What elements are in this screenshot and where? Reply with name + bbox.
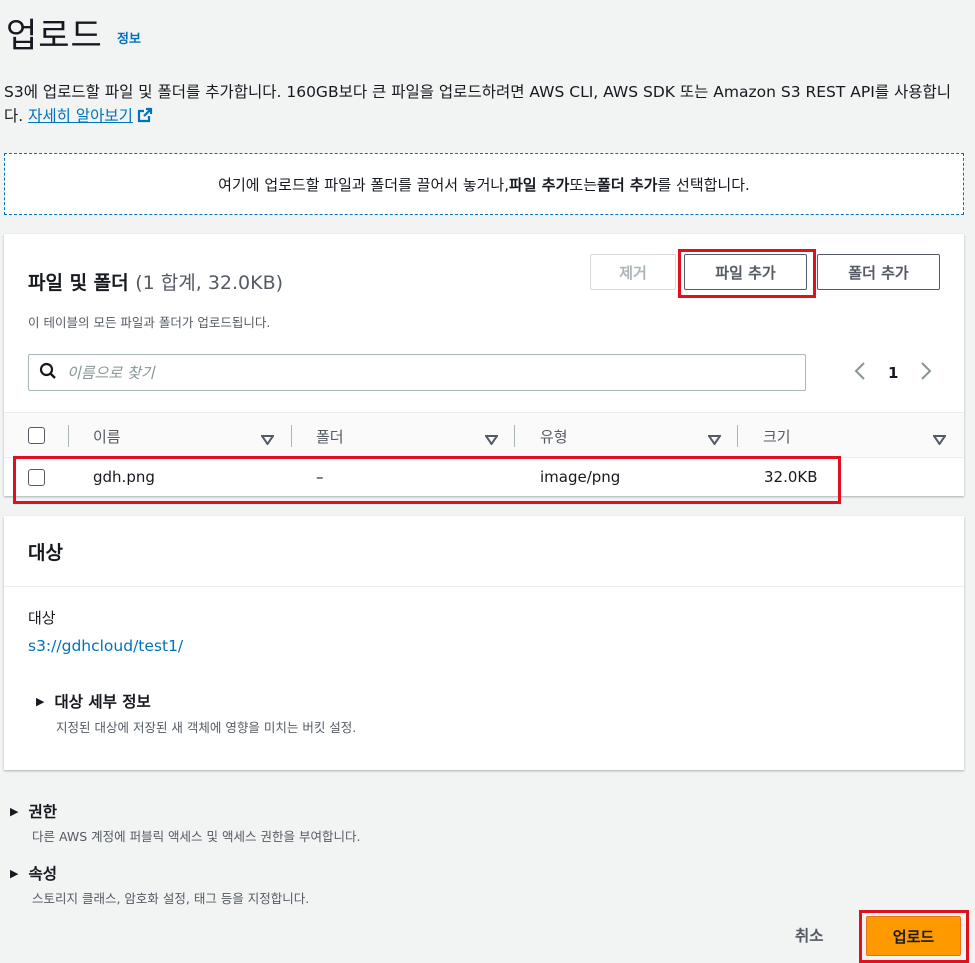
properties-toggle[interactable]: ▶ 속성 (10, 862, 57, 884)
destination-header: 대상 (4, 516, 964, 587)
drop-zone[interactable]: 여기에 업로드할 파일과 폴더를 끌어서 놓거나, 파일 추가 또는 폴더 추가… (4, 153, 964, 215)
permissions-toggle[interactable]: ▶ 권한 (10, 800, 57, 822)
properties-title: 속성 (28, 865, 57, 883)
dropzone-add-folder: 폴더 추가 (597, 175, 658, 194)
properties-desc: 스토리지 클래스, 암호화 설정, 태그 등을 지정합니다. (32, 891, 310, 906)
add-folder-button[interactable]: 폴더 추가 (817, 254, 940, 290)
files-title: 파일 및 폴더 (1 합계, 32.0KB) (28, 268, 283, 295)
select-all-checkbox[interactable] (28, 427, 45, 444)
cell-name: gdh.png (93, 468, 155, 486)
learn-more-label: 자세히 알아보기 (28, 107, 133, 125)
destination-details-desc: 지정된 대상에 저장된 새 객체에 영향을 미치는 버킷 설정. (56, 720, 357, 735)
caret-right-icon: ▶ (10, 804, 19, 818)
destination-details-title: 대상 세부 정보 (54, 693, 151, 711)
column-header-type[interactable]: 유형 (540, 413, 568, 459)
search-box (28, 354, 806, 391)
permissions-title: 권한 (28, 803, 57, 821)
sort-caret-icon[interactable] (484, 430, 499, 449)
dropzone-add-files: 파일 추가 (508, 175, 570, 194)
destination-title: 대상 (28, 542, 63, 564)
column-separator (737, 425, 738, 447)
caret-right-icon: ▶ (36, 694, 45, 708)
column-header-folder[interactable]: 폴더 (316, 413, 344, 459)
pagination: 1 (854, 362, 932, 384)
sort-caret-icon[interactable] (932, 430, 947, 449)
dropzone-prefix: 여기에 업로드할 파일과 폴더를 끌어서 놓거나, (218, 175, 509, 194)
caret-right-icon: ▶ (10, 866, 19, 880)
dropzone-suffix: 를 선택합니다. (657, 175, 750, 194)
page-number[interactable]: 1 (888, 364, 898, 382)
sort-caret-icon[interactable] (260, 430, 275, 449)
column-separator (291, 425, 292, 447)
prev-page-icon[interactable] (854, 361, 866, 385)
table-row[interactable]: gdh.png – image/png 32.0KB (4, 459, 964, 497)
search-icon (39, 362, 57, 384)
column-separator (68, 425, 69, 447)
page-title: 업로드 (6, 16, 103, 56)
dropzone-middle: 또는 (569, 175, 598, 194)
files-count: (1 합계, 32.0KB) (135, 272, 284, 294)
info-link[interactable]: 정보 (117, 28, 141, 47)
cell-size: 32.0KB (764, 468, 818, 486)
learn-more-link[interactable]: 자세히 알아보기 (28, 107, 153, 125)
next-page-icon[interactable] (920, 361, 932, 385)
files-title-text: 파일 및 폴더 (28, 272, 129, 294)
sort-caret-icon[interactable] (707, 430, 722, 449)
search-input[interactable] (67, 363, 805, 382)
destination-link[interactable]: s3://gdhcloud/test1/ (28, 637, 183, 655)
cell-type: image/png (540, 468, 621, 486)
destination-panel: 대상 대상 s3://gdhcloud/test1/ ▶ 대상 세부 정보 지정… (4, 516, 964, 770)
remove-button[interactable]: 제거 (590, 254, 676, 290)
column-header-name[interactable]: 이름 (93, 413, 121, 459)
column-header-size[interactable]: 크기 (763, 413, 791, 459)
add-files-button[interactable]: 파일 추가 (684, 254, 807, 290)
column-separator (514, 425, 515, 447)
cell-folder: – (316, 468, 324, 486)
files-panel: 파일 및 폴더 (1 합계, 32.0KB) 이 테이블의 모든 파일과 폴더가… (4, 234, 964, 496)
cancel-button[interactable]: 취소 (795, 924, 824, 946)
upload-button[interactable]: 업로드 (866, 916, 961, 956)
permissions-desc: 다른 AWS 계정에 퍼블릭 액세스 및 액세스 권한을 부여합니다. (32, 829, 361, 844)
destination-label: 대상 (28, 609, 56, 627)
intro-text: S3에 업로드할 파일 및 폴더를 추가합니다. 160GB보다 큰 파일을 업… (4, 80, 970, 130)
external-link-icon (137, 106, 153, 130)
row-checkbox[interactable] (28, 469, 45, 486)
files-description: 이 테이블의 모든 파일과 폴더가 업로드됩니다. (28, 315, 271, 330)
destination-details-toggle[interactable]: ▶ 대상 세부 정보 (36, 690, 151, 712)
table-header: 이름 폴더 유형 크기 (4, 412, 964, 458)
